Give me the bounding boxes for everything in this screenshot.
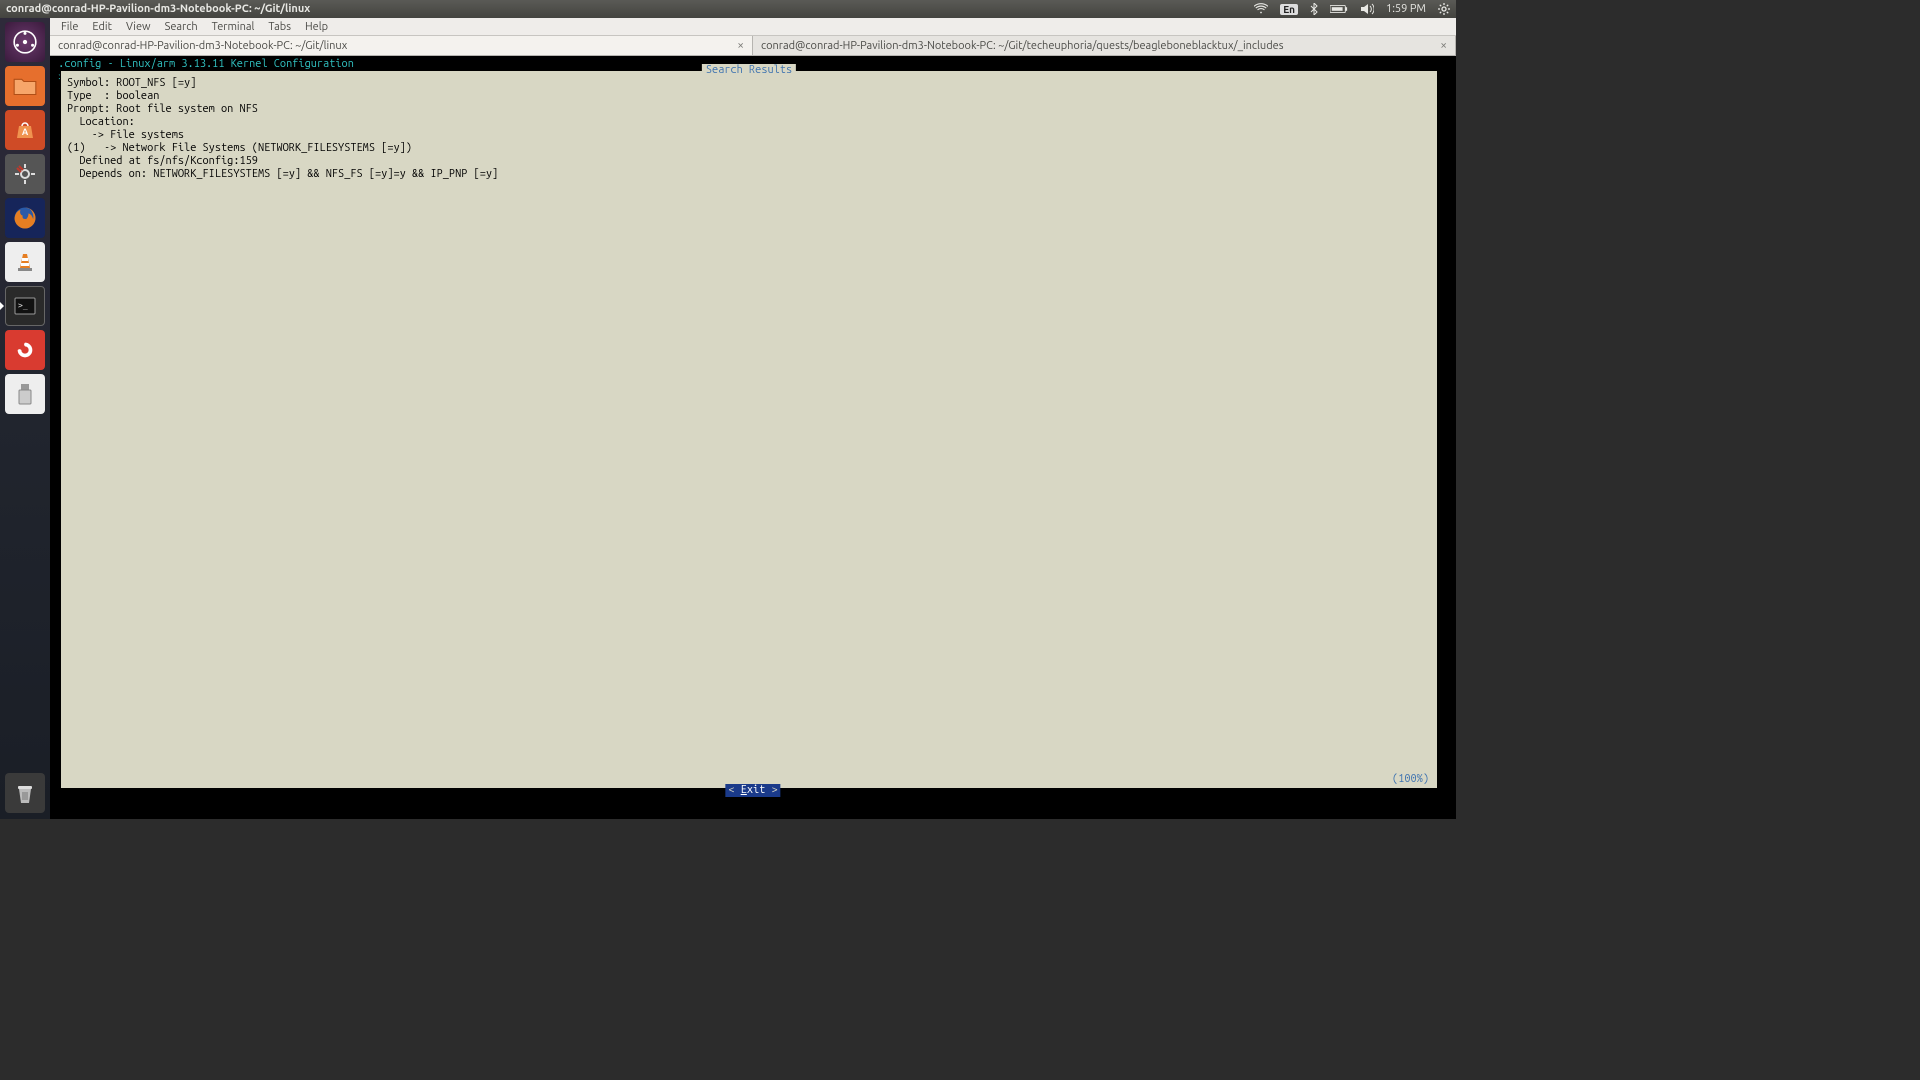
terminal-tab-1[interactable]: conrad@conrad-HP-Pavilion-dm3-Notebook-P… [50, 36, 753, 55]
tab-label: conrad@conrad-HP-Pavilion-dm3-Notebook-P… [761, 40, 1434, 52]
launcher-settings[interactable] [5, 154, 45, 194]
tab-label: conrad@conrad-HP-Pavilion-dm3-Notebook-P… [58, 40, 731, 52]
launcher-trash[interactable] [5, 773, 45, 813]
menu-help[interactable]: Help [298, 19, 335, 35]
clock[interactable]: 1:59 PM [1386, 3, 1426, 15]
window-title: conrad@conrad-HP-Pavilion-dm3-Notebook-P… [6, 3, 310, 15]
menu-terminal[interactable]: Terminal [205, 19, 262, 35]
bluetooth-icon[interactable] [1310, 3, 1318, 15]
launcher-dash[interactable] [5, 22, 45, 62]
menu-tabs[interactable]: Tabs [261, 19, 298, 35]
launcher-usb-drive[interactable] [5, 374, 45, 414]
exit-button[interactable]: < Exit > [725, 784, 780, 797]
volume-icon[interactable] [1360, 3, 1374, 15]
launcher-reader[interactable] [5, 330, 45, 370]
menubar: File Edit View Search Terminal Tabs Help [50, 18, 1456, 36]
launcher-files[interactable] [5, 66, 45, 106]
battery-icon[interactable] [1330, 3, 1348, 15]
window-title-bar: conrad@conrad-HP-Pavilion-dm3-Notebook-P… [0, 0, 1456, 18]
terminal-area[interactable]: .config - Linux/arm 3.13.11 Kernel Confi… [50, 56, 1456, 813]
close-icon[interactable]: × [1434, 39, 1447, 52]
system-tray: En 1:59 PM [1248, 0, 1456, 18]
launcher-software-center[interactable]: A [5, 110, 45, 150]
tab-strip: conrad@conrad-HP-Pavilion-dm3-Notebook-P… [50, 36, 1456, 56]
terminal-tab-2[interactable]: conrad@conrad-HP-Pavilion-dm3-Notebook-P… [753, 36, 1456, 55]
scroll-percent: (100%) [1392, 773, 1429, 786]
search-results-body: Symbol: ROOT_NFS [=y] Type : boolean Pro… [67, 77, 1431, 772]
search-results-box: Search Results Symbol: ROOT_NFS [=y] Typ… [60, 70, 1438, 789]
search-results-header: Search Results [702, 64, 796, 77]
launcher-terminal[interactable]: >_ [5, 286, 45, 326]
wifi-icon[interactable] [1254, 3, 1268, 15]
language-indicator[interactable]: En [1280, 4, 1298, 15]
svg-text:>_: >_ [18, 301, 28, 310]
launcher-vlc[interactable] [5, 242, 45, 282]
menu-edit[interactable]: Edit [85, 19, 119, 35]
gear-icon[interactable] [1438, 3, 1450, 15]
terminal-window: File Edit View Search Terminal Tabs Help… [50, 18, 1456, 819]
menu-search[interactable]: Search [158, 19, 205, 35]
terminal-bottom-border [50, 813, 1456, 819]
menu-file[interactable]: File [54, 19, 85, 35]
launcher-firefox[interactable] [5, 198, 45, 238]
svg-text:A: A [22, 127, 29, 137]
close-icon[interactable]: × [731, 39, 744, 52]
launcher: A >_ [0, 18, 50, 819]
menu-view[interactable]: View [119, 19, 158, 35]
